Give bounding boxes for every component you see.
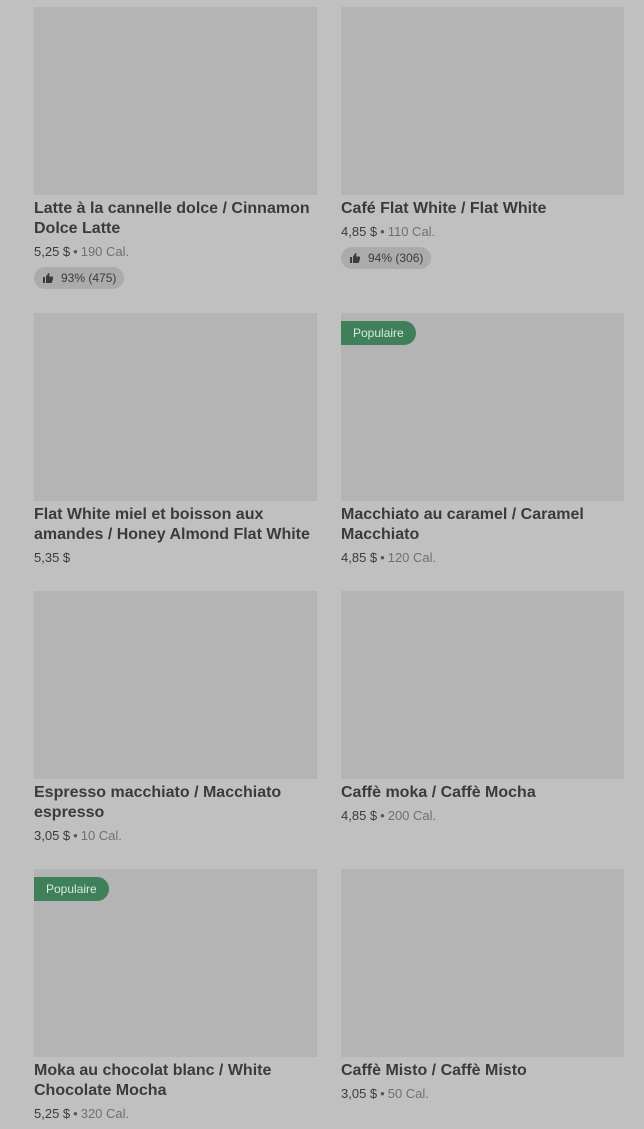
popular-badge: Populaire bbox=[341, 321, 416, 345]
menu-item-card[interactable]: Populaire Moka au chocolat blanc / White… bbox=[34, 869, 317, 1129]
item-image bbox=[341, 869, 624, 1057]
separator: • bbox=[380, 1086, 385, 1101]
item-meta: 3,05 $ • 10 Cal. bbox=[34, 826, 317, 846]
item-price: 4,85 $ bbox=[341, 224, 378, 239]
menu-item-card[interactable]: Caffè moka / Caffè Mocha 4,85 $ • 200 Cal. bbox=[341, 591, 624, 869]
thumbs-up-icon bbox=[350, 253, 360, 263]
item-image: Populaire bbox=[34, 869, 317, 1057]
menu-item-card[interactable]: Caffè Misto / Caffè Misto 3,05 $ • 50 Cal. bbox=[341, 869, 624, 1129]
item-image bbox=[34, 313, 317, 501]
rating-text: 94% (306) bbox=[368, 251, 424, 265]
item-calories: 200 Cal. bbox=[387, 808, 437, 823]
separator: • bbox=[380, 224, 385, 239]
item-price: 5,25 $ bbox=[34, 1106, 71, 1121]
item-meta: 4,85 $ • 200 Cal. bbox=[341, 806, 624, 826]
item-calories: 10 Cal. bbox=[80, 828, 122, 843]
item-name: Moka au chocolat blanc / White Chocolate… bbox=[34, 1062, 272, 1099]
item-image bbox=[34, 7, 317, 195]
rating-badge: 94% (306) bbox=[341, 247, 432, 269]
menu-item-card[interactable]: Café Flat White / Flat White 4,85 $ • 110 … bbox=[341, 7, 624, 313]
item-price: 5,25 $ bbox=[34, 244, 71, 259]
item-calories: 110 Cal. bbox=[387, 224, 436, 239]
item-name: Caffè Misto / Caffè Misto bbox=[341, 1062, 527, 1079]
item-meta: 3,05 $ • 50 Cal. bbox=[341, 1084, 624, 1104]
popular-badge: Populaire bbox=[34, 877, 109, 901]
item-price: 5,35 $ bbox=[34, 550, 71, 565]
separator: • bbox=[380, 808, 385, 823]
item-name: Café Flat White / Flat White bbox=[341, 200, 547, 217]
item-calories: 120 Cal. bbox=[387, 550, 437, 565]
item-name: Latte à la cannelle dolce / Cinnamon Dol… bbox=[34, 200, 310, 237]
item-price: 4,85 $ bbox=[341, 550, 378, 565]
item-meta: 5,25 $ • 190 Cal. bbox=[34, 242, 317, 262]
menu-item-card[interactable]: Flat White miel et boisson aux amandes /… bbox=[34, 313, 317, 591]
item-image bbox=[341, 7, 624, 195]
separator: • bbox=[73, 1106, 78, 1121]
item-name: Flat White miel et boisson aux amandes /… bbox=[34, 506, 310, 543]
menu-item-card[interactable]: Populaire Macchiato au caramel / Caramel… bbox=[341, 313, 624, 591]
item-name: Espresso macchiato / Macchiato espresso bbox=[34, 784, 282, 821]
separator: • bbox=[73, 828, 78, 843]
menu-item-card[interactable]: Espresso macchiato / Macchiato espresso … bbox=[34, 591, 317, 869]
item-calories: 50 Cal. bbox=[387, 1086, 429, 1101]
item-image bbox=[341, 591, 624, 779]
menu-grid: Latte à la cannelle dolce / Cinnamon Dol… bbox=[34, 7, 624, 1129]
thumbs-up-icon bbox=[43, 273, 53, 283]
item-name: Caffè moka / Caffè Mocha bbox=[341, 784, 536, 801]
menu-item-card[interactable]: Latte à la cannelle dolce / Cinnamon Dol… bbox=[34, 7, 317, 313]
item-meta: 4,85 $ • 120 Cal. bbox=[341, 548, 624, 568]
item-image: Populaire bbox=[341, 313, 624, 501]
item-meta: 5,25 $ • 320 Cal. bbox=[34, 1104, 317, 1124]
separator: • bbox=[380, 550, 385, 565]
item-calories: 190 Cal. bbox=[80, 244, 130, 259]
item-meta: 4,85 $ • 110 Cal. bbox=[341, 222, 624, 242]
item-price: 3,05 $ bbox=[34, 828, 71, 843]
item-meta: 5,35 $ bbox=[34, 548, 317, 568]
item-calories: 320 Cal. bbox=[80, 1106, 130, 1121]
item-price: 3,05 $ bbox=[341, 1086, 378, 1101]
item-price: 4,85 $ bbox=[341, 808, 378, 823]
item-image bbox=[34, 591, 317, 779]
separator: • bbox=[73, 244, 78, 259]
item-name: Macchiato au caramel / Caramel Macchiato bbox=[341, 506, 584, 543]
rating-text: 93% (475) bbox=[61, 271, 117, 285]
rating-badge: 93% (475) bbox=[34, 267, 125, 289]
